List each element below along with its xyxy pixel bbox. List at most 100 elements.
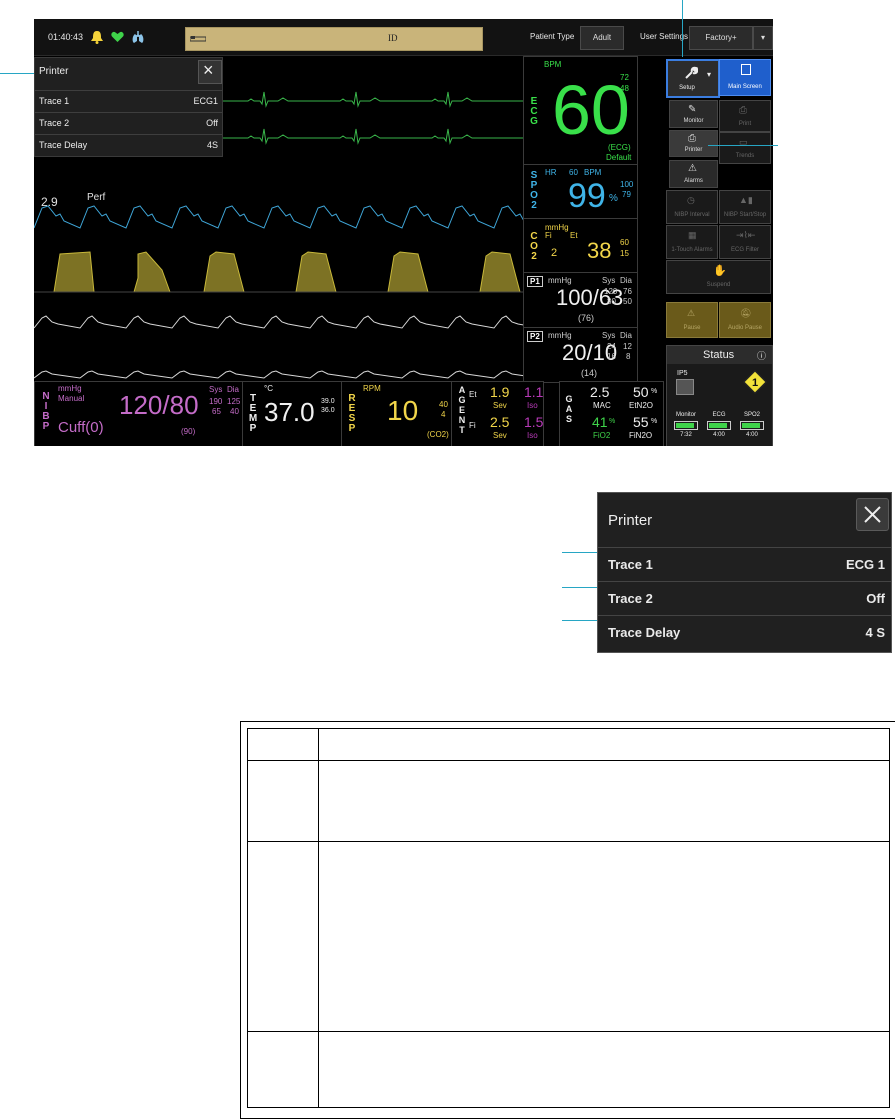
info-icon[interactable]: ⓘ — [757, 349, 766, 362]
nibp-start-stop-button[interactable]: ▲▮ NIBP Start/Stop — [719, 190, 771, 224]
warning-diamond-icon[interactable]: 1 — [742, 369, 768, 395]
trace1-row[interactable]: Trace 1 ECG1 — [35, 90, 222, 112]
resp-source: (CO2) — [427, 430, 449, 439]
battery-label: Monitor — [675, 412, 696, 418]
user-settings-dropdown[interactable]: ▾ — [753, 26, 773, 50]
nibp-interval-button[interactable]: ◷ NIBP Interval — [666, 190, 718, 224]
trends-button[interactable]: ▭ Trends — [719, 132, 771, 164]
patient-type-label: Patient Type — [530, 32, 575, 41]
p1-label: P1 — [527, 276, 543, 287]
ecg-setting: Default — [606, 153, 632, 162]
table-cell — [247, 760, 319, 842]
gas-param-box[interactable]: GAS 2.5 MAC 50 % EtN2O 41 % FiO2 55 % Fi… — [559, 381, 664, 446]
alarm-icon: ⚠ — [688, 163, 697, 174]
audio-pause-button[interactable]: 🔕︎ Audio Pause — [719, 302, 771, 338]
callout-line-trace-delay — [562, 620, 600, 621]
temp-lower-limit: 36.0 — [321, 407, 335, 414]
wrench-icon: ✎ — [688, 104, 697, 115]
printer-menu-button[interactable]: ⎙ Printer — [669, 130, 718, 157]
agent-label: AGENT — [458, 385, 466, 435]
print-button[interactable]: ⎙ Print — [719, 100, 771, 132]
alarms-label: Alarms — [684, 178, 703, 184]
p2-dia-label: Dia — [620, 331, 633, 340]
p1-sys-label: Sys — [602, 276, 616, 285]
p1-trace — [34, 315, 523, 329]
close-button[interactable]: × — [198, 60, 222, 84]
callout-line-setup — [682, 0, 683, 57]
resp-unit: RPM — [363, 384, 381, 393]
user-settings-button[interactable]: Factory+ — [689, 26, 753, 50]
alert-count: 1 — [752, 377, 758, 389]
co2-fi-label: Fi — [545, 231, 552, 240]
spo2-param-box[interactable]: SPO2 HR 60 BPM 99 % 100 79 — [523, 164, 638, 220]
trace2-row[interactable]: Trace 2 Off — [35, 112, 222, 134]
alarm-bell-icon[interactable] — [90, 30, 104, 44]
heart-rate-value: 60 — [552, 71, 630, 149]
suspend-label: Suspend — [706, 282, 731, 288]
p2-param-box[interactable]: P2 mmHg Sys Dia 20/10 24 12 16 8 (14) — [523, 327, 638, 383]
co2-param-box[interactable]: CO2 mmHg Fi Et 2 38 60 15 — [523, 218, 638, 274]
ecg-label: ECG — [530, 96, 538, 127]
gas-etn2o-value: 50 — [633, 384, 649, 400]
p2-sys-low: 16 — [607, 352, 616, 361]
zoom-trace2-row[interactable]: Trace 2 Off — [598, 581, 891, 615]
nibp-dia-high: 125 — [227, 397, 241, 406]
suspend-button[interactable]: ✋ Suspend — [666, 260, 771, 294]
table-cell — [247, 841, 319, 1032]
resp-param-box[interactable]: RESP RPM 10 40 4 (CO2) — [341, 381, 453, 446]
nibp-start-stop-label: NIBP Start/Stop — [723, 212, 767, 218]
ecg-lower-limit: 48 — [620, 84, 629, 93]
resp-lower-limit: 4 — [441, 410, 446, 419]
monitor-screen: 01:40:43 ID Patient Type Adult User Sett… — [34, 19, 773, 446]
alarms-menu-button[interactable]: ⚠ Alarms — [669, 160, 718, 188]
lungs-icon — [132, 31, 144, 43]
setup-label: Setup — [679, 85, 695, 91]
agent-fi-iso: 1.5 — [524, 414, 544, 430]
agent-et-sev: 1.9 — [490, 384, 510, 400]
gas-etn2o-label: EtN2O — [629, 401, 654, 410]
p1-param-box[interactable]: P1 mmHg Sys Dia 100/63 120 76 80 50 (76) — [523, 272, 638, 329]
trace-delay-row[interactable]: Trace Delay 4S — [35, 134, 222, 156]
temp-param-box[interactable]: TEMP °C 37.0 39.0 36.0 — [242, 381, 343, 446]
setup-button[interactable]: Setup ▾ — [666, 59, 720, 98]
one-touch-alarms-button[interactable]: ▦ 1-Touch Alarms — [666, 225, 718, 259]
print-icon: ⎙ — [739, 105, 747, 116]
patient-id-bar[interactable]: ID — [185, 27, 483, 51]
co2-lower-limit: 15 — [620, 249, 629, 258]
trends-icon: ▭ — [739, 137, 748, 147]
patient-type-button[interactable]: Adult — [580, 26, 624, 50]
screen-icon — [741, 64, 751, 75]
ecg-filter-button[interactable]: ⇥⌇⇤ ECG Filter — [719, 225, 771, 259]
monitor-menu-button[interactable]: ✎ Monitor — [669, 100, 718, 128]
main-screen-button[interactable]: Main Screen — [719, 59, 771, 96]
gas-label: GAS — [565, 394, 573, 424]
p1-mean: (76) — [578, 313, 595, 323]
p1-unit: mmHg — [548, 276, 572, 285]
p1-dia-high: 76 — [623, 287, 632, 296]
ecg-source: (ECG) — [608, 143, 631, 152]
status-panel[interactable]: Status ⓘ IP5 1 Monitor 7:32 ECG 4:00 SPO2 … — [666, 345, 773, 446]
agent-param-box[interactable]: AGENT Et Fi 1.9 Sev 1.1 Iso 2.5 Sev 1.5 … — [451, 381, 544, 446]
bottom-parameter-strip: NIBP mmHg Manual 120/80 Sys Dia 190 125 … — [34, 381, 544, 446]
setup-dropdown-icon[interactable]: ▾ — [707, 70, 711, 79]
zoom-trace-delay-value: 4 S — [865, 625, 885, 640]
table-cell — [318, 841, 890, 1032]
cuff-icon: ▲▮ — [739, 195, 753, 205]
resp-label: RESP — [348, 393, 356, 434]
temp-upper-limit: 39.0 — [321, 398, 335, 405]
ecg-param-box[interactable]: ECG BPM 60 72 48 (ECG) Default — [523, 56, 638, 166]
zoom-trace1-row[interactable]: Trace 1 ECG 1 — [598, 547, 891, 581]
trace1-label: Trace 1 — [39, 96, 70, 106]
zoom-trace-delay-row[interactable]: Trace Delay 4 S — [598, 615, 891, 649]
zoom-trace1-label: Trace 1 — [608, 557, 653, 572]
gas-fin2o-pct: % — [651, 418, 658, 425]
nibp-param-box[interactable]: NIBP mmHg Manual 120/80 Sys Dia 190 125 … — [34, 381, 244, 446]
perf-label: Perf — [87, 192, 106, 203]
p2-trace — [34, 370, 523, 379]
zoom-close-button[interactable] — [856, 498, 889, 531]
zoom-trace2-label: Trace 2 — [608, 591, 653, 606]
pause-button[interactable]: ⚠ Pause — [666, 302, 718, 338]
battery-time: 7:32 — [680, 432, 692, 438]
battery-list: Monitor 7:32 ECG 4:00 SPO2 4:00 — [671, 412, 771, 444]
battery-icon — [740, 421, 764, 430]
